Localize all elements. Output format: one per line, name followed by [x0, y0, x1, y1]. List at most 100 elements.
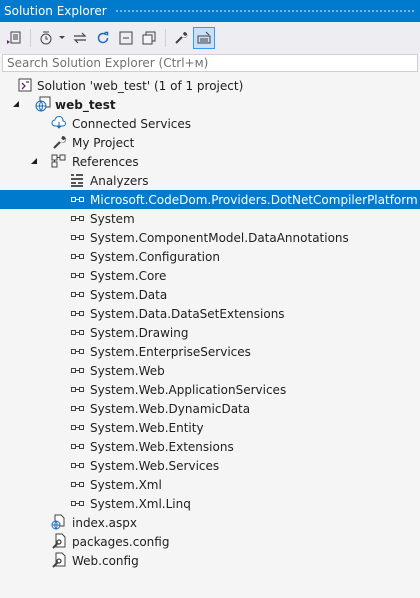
title-bar: Solution Explorer: [0, 0, 420, 22]
toolbar: [0, 22, 420, 54]
properties-button[interactable]: [170, 27, 192, 49]
tree-row-my-project[interactable]: My Project: [0, 133, 420, 152]
tree-row-reference[interactable]: System.Web.Entity: [0, 418, 420, 437]
reference-label: System.Configuration: [90, 249, 220, 264]
assembly-reference-icon: [69, 305, 85, 321]
assembly-reference-icon: [69, 381, 85, 397]
references-list: Microsoft.CodeDom.Providers.DotNetCompil…: [0, 190, 420, 513]
reference-label: System.Web.ApplicationServices: [90, 382, 287, 397]
connected-services-label: Connected Services: [72, 116, 192, 131]
tree-row-file[interactable]: packages.config: [0, 532, 420, 551]
tree-row-analyzers[interactable]: Analyzers: [0, 171, 420, 190]
config-file-icon: [51, 552, 67, 568]
tree-row-reference[interactable]: System.EnterpriseServices: [0, 342, 420, 361]
reference-label: System.Xml: [90, 477, 162, 492]
tree-row-reference[interactable]: System.Xml: [0, 475, 420, 494]
preview-selected-items-button[interactable]: [193, 27, 215, 49]
wrench-icon: [51, 134, 67, 150]
chevron-down-icon: [59, 36, 65, 39]
tree-row-reference[interactable]: System.Configuration: [0, 247, 420, 266]
file-label: index.aspx: [72, 515, 137, 530]
solution-label: Solution 'web_test' (1 of 1 project): [37, 78, 244, 93]
tree-row-reference[interactable]: System.Xml.Linq: [0, 494, 420, 513]
search-input[interactable]: [3, 56, 417, 70]
tree-row-reference[interactable]: System.Web.Services: [0, 456, 420, 475]
tree-row-reference[interactable]: System.Data: [0, 285, 420, 304]
title-grip[interactable]: [114, 8, 414, 14]
collapse-all-button[interactable]: [115, 27, 137, 49]
sync-active-document-icon: [73, 32, 87, 44]
assembly-reference-icon: [69, 248, 85, 264]
reference-label: System.Drawing: [90, 325, 189, 340]
reference-label: System.EnterpriseServices: [90, 344, 251, 359]
config-file-icon: [51, 533, 67, 549]
tree-row-reference[interactable]: System.ComponentModel.DataAnnotations: [0, 228, 420, 247]
pending-changes-dropdown[interactable]: [58, 27, 66, 49]
tree-row-reference[interactable]: System.Web.ApplicationServices: [0, 380, 420, 399]
sync-active-document-button[interactable]: [69, 27, 91, 49]
web-file-icon: [51, 514, 67, 530]
reference-label: System.Data: [90, 287, 168, 302]
tree-row-reference[interactable]: System.Web: [0, 361, 420, 380]
tree-row-references[interactable]: References: [0, 152, 420, 171]
search-box[interactable]: [2, 54, 418, 72]
tree-row-reference[interactable]: System: [0, 209, 420, 228]
reference-label: System.Web: [90, 363, 165, 378]
tree-row-file[interactable]: index.aspx: [0, 513, 420, 532]
toolbar-separator: [165, 29, 166, 47]
preview-selected-items-icon: [197, 31, 211, 44]
switch-views-button[interactable]: [3, 27, 25, 49]
analyzers-icon: [69, 172, 85, 188]
switch-views-icon: [7, 31, 21, 44]
assembly-reference-icon: [69, 286, 85, 302]
tree-row-solution[interactable]: Solution 'web_test' (1 of 1 project): [0, 76, 420, 95]
reference-label: System.Web.Services: [90, 458, 220, 473]
assembly-reference-icon: [69, 267, 85, 283]
refresh-button[interactable]: [92, 27, 114, 49]
project-label: web_test: [55, 97, 116, 112]
assembly-reference-icon: [69, 476, 85, 492]
show-all-files-button[interactable]: [138, 27, 160, 49]
tree-row-connected-services[interactable]: Connected Services: [0, 114, 420, 133]
assembly-reference-icon: [69, 191, 85, 207]
solution-icon: [17, 77, 33, 93]
collapse-all-icon: [119, 31, 133, 45]
assembly-reference-icon: [69, 400, 85, 416]
tree-row-file[interactable]: Web.config: [0, 551, 420, 570]
assembly-reference-icon: [69, 457, 85, 473]
pending-changes-icon: [40, 31, 52, 45]
refresh-icon: [97, 31, 109, 44]
assembly-reference-icon: [69, 229, 85, 245]
expanded-arrow-icon[interactable]: [11, 95, 21, 114]
tree-row-reference[interactable]: System.Web.Extensions: [0, 437, 420, 456]
assembly-reference-icon: [69, 495, 85, 511]
analyzers-label: Analyzers: [90, 173, 149, 188]
reference-label: System.Web.Entity: [90, 420, 204, 435]
tree-row-reference[interactable]: Microsoft.CodeDom.Providers.DotNetCompil…: [0, 190, 420, 209]
reference-label: System: [90, 211, 135, 226]
reference-label: System.Web.DynamicData: [90, 401, 251, 416]
reference-label: System.Xml.Linq: [90, 496, 191, 511]
reference-label: Microsoft.CodeDom.Providers.DotNetCompil…: [90, 192, 418, 207]
web-project-icon: [35, 96, 51, 112]
assembly-reference-icon: [69, 324, 85, 340]
reference-label: System.Data.DataSetExtensions: [90, 306, 285, 321]
tree-row-reference[interactable]: System.Core: [0, 266, 420, 285]
tree-row-project[interactable]: web_test: [0, 95, 420, 114]
toolbar-separator: [30, 29, 31, 47]
reference-label: System.ComponentModel.DataAnnotations: [90, 230, 349, 245]
assembly-reference-icon: [69, 438, 85, 454]
connected-services-icon: [51, 115, 67, 131]
tree-row-reference[interactable]: System.Data.DataSetExtensions: [0, 304, 420, 323]
references-icon: [51, 153, 67, 169]
assembly-reference-icon: [69, 343, 85, 359]
tree-row-reference[interactable]: System.Drawing: [0, 323, 420, 342]
references-label: References: [72, 154, 139, 169]
tree-row-reference[interactable]: System.Web.DynamicData: [0, 399, 420, 418]
pending-changes-button[interactable]: [35, 27, 57, 49]
window-title: Solution Explorer: [4, 4, 107, 18]
files-list: index.aspx packages.config Web.config: [0, 513, 420, 570]
my-project-label: My Project: [72, 135, 135, 150]
expanded-arrow-icon[interactable]: [29, 152, 39, 171]
assembly-reference-icon: [69, 419, 85, 435]
